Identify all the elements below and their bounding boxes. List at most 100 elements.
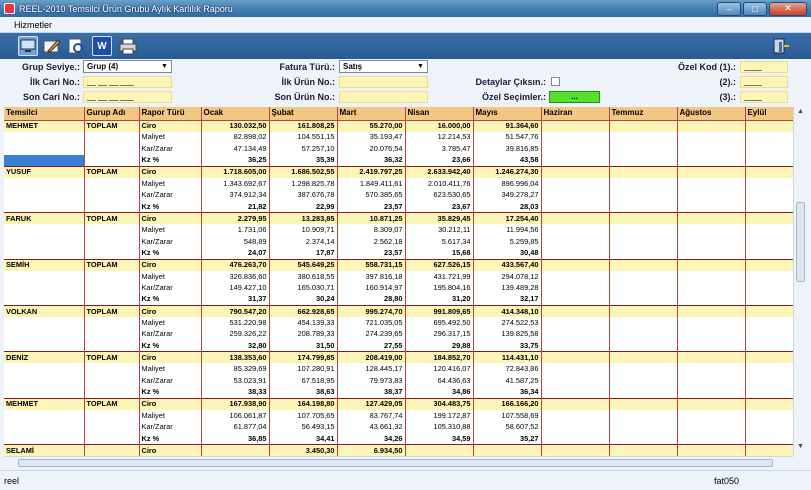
table-cell[interactable]: TOPLAM [84, 165, 140, 178]
table-cell[interactable]: TOPLAM [84, 351, 140, 364]
vertical-scrollbar[interactable]: ▲ ▼ [793, 107, 806, 456]
table-cell[interactable]: 23,67 [405, 201, 474, 213]
table-cell[interactable]: YUSUF [4, 165, 85, 178]
table-cell[interactable] [541, 143, 610, 155]
table-cell[interactable]: 570.385,65 [337, 189, 406, 202]
table-cell[interactable] [677, 282, 746, 294]
table-cell[interactable] [745, 397, 793, 410]
table-cell[interactable]: 43.661,32 [337, 421, 406, 434]
table-cell[interactable]: 662.928,65 [269, 305, 338, 318]
table-cell[interactable] [84, 247, 140, 260]
table-cell[interactable] [84, 340, 140, 352]
table-cell[interactable] [609, 224, 678, 236]
table-cell[interactable]: 32,17 [473, 293, 542, 306]
table-row[interactable]: Maliyet 1.731,06 10.909,71 8.309,07 30.212,1… [4, 224, 793, 236]
table-cell[interactable]: 476.263,70 [201, 258, 270, 271]
table-cell[interactable] [745, 293, 793, 306]
table-cell[interactable]: 374.912,34 [201, 189, 270, 202]
table-cell[interactable]: 8.309,07 [337, 224, 406, 236]
table-cell[interactable] [677, 305, 746, 318]
table-cell[interactable]: 623.530,65 [405, 189, 474, 202]
table-cell[interactable] [745, 258, 793, 271]
table-cell[interactable]: 274.239,65 [337, 328, 406, 341]
table-cell[interactable] [677, 375, 746, 387]
table-row[interactable]: Kz % 32,80 31,50 27,55 29,88 33,75 [4, 340, 793, 352]
table-cell[interactable]: TOPLAM [84, 119, 140, 132]
table-cell[interactable]: Maliyet [139, 409, 202, 422]
table-cell[interactable]: 32,80 [201, 340, 270, 352]
table-cell[interactable]: Kar/Zarar [139, 143, 202, 155]
table-cell[interactable]: 20.076,54 [337, 143, 406, 155]
table-cell[interactable] [541, 131, 610, 144]
table-cell[interactable]: TOPLAM [84, 397, 140, 410]
table-cell[interactable] [677, 386, 746, 399]
table-cell[interactable]: Ciro [139, 444, 202, 456]
table-cell[interactable] [4, 224, 85, 236]
table-cell[interactable]: 161.808,25 [269, 119, 338, 132]
table-cell[interactable]: FARUK [4, 212, 85, 225]
table-cell[interactable]: SEMİH [4, 258, 85, 271]
table-cell[interactable] [609, 247, 678, 260]
table-cell[interactable]: Kz % [139, 433, 202, 445]
table-cell[interactable] [677, 258, 746, 271]
table-cell[interactable] [541, 305, 610, 318]
table-cell[interactable] [4, 235, 85, 248]
table-row[interactable]: Kz % 36,25 35,39 36,32 23,66 43,58 [4, 154, 793, 167]
table-cell[interactable] [405, 444, 474, 456]
table-cell[interactable] [677, 363, 746, 376]
table-row[interactable]: MEHMET TOPLAM Ciro 130.032,50 161.808,25 55.2… [4, 119, 793, 132]
table-cell[interactable]: 5.259,85 [473, 235, 542, 248]
table-cell[interactable] [84, 235, 140, 248]
table-cell[interactable] [745, 212, 793, 225]
table-cell[interactable] [609, 270, 678, 283]
table-cell[interactable] [84, 375, 140, 387]
table-cell[interactable]: Maliyet [139, 270, 202, 283]
table-cell[interactable]: 27,55 [337, 340, 406, 352]
table-cell[interactable]: 627.526,15 [405, 258, 474, 271]
table-cell[interactable]: Kz % [139, 201, 202, 213]
table-cell[interactable] [677, 224, 746, 236]
table-cell[interactable] [84, 444, 140, 456]
table-cell[interactable]: 3.450,30 [269, 444, 338, 456]
table-cell[interactable]: 17,87 [269, 247, 338, 260]
table-cell[interactable] [4, 375, 85, 387]
table-cell[interactable]: 31,50 [269, 340, 338, 352]
table-cell[interactable] [609, 235, 678, 248]
table-row[interactable]: FARUK TOPLAM Ciro 2.279,95 13.283,85 10.871,2… [4, 212, 793, 225]
table-cell[interactable]: 1.849.411,61 [337, 177, 406, 190]
table-cell[interactable] [541, 212, 610, 225]
table-cell[interactable] [4, 154, 85, 167]
fatura-turu-select[interactable]: Satış ▼ [339, 60, 428, 73]
table-cell[interactable] [677, 201, 746, 213]
table-cell[interactable] [541, 258, 610, 271]
table-cell[interactable]: Ciro [139, 351, 202, 364]
table-cell[interactable]: 174.799,85 [269, 351, 338, 364]
table-row[interactable]: Kar/Zarar 548,89 2.374,14 2.562,18 5.617,34 5… [4, 235, 793, 248]
table-cell[interactable]: 28,03 [473, 201, 542, 213]
table-cell[interactable] [541, 247, 610, 260]
table-row[interactable]: SEMİH TOPLAM Ciro 476.263,70 545.649,25 558.7… [4, 258, 793, 271]
table-cell[interactable] [84, 433, 140, 445]
table-cell[interactable]: 41.587,25 [473, 375, 542, 387]
table-cell[interactable] [541, 189, 610, 202]
table-cell[interactable] [541, 282, 610, 294]
table-cell[interactable]: Kz % [139, 340, 202, 352]
table-cell[interactable] [84, 363, 140, 376]
table-row[interactable]: Maliyet 82.898,02 104.551,15 35.193,47 12.21… [4, 131, 793, 144]
table-row[interactable]: Maliyet 531.220,98 454.139,33 721.035,05 695… [4, 317, 793, 329]
table-cell[interactable] [84, 282, 140, 294]
table-cell[interactable] [677, 212, 746, 225]
table-cell[interactable] [4, 386, 85, 399]
table-cell[interactable]: 55.270,00 [337, 119, 406, 132]
table-cell[interactable] [745, 317, 793, 329]
table-cell[interactable] [745, 433, 793, 445]
column-header[interactable]: Rapor Türü [139, 107, 202, 121]
table-cell[interactable]: 195.804,16 [405, 282, 474, 294]
table-cell[interactable] [745, 386, 793, 399]
detaylar-checkbox[interactable] [551, 77, 560, 86]
table-row[interactable]: Maliyet 106.061,87 107.705,65 83.767,74 199.… [4, 409, 793, 422]
table-cell[interactable]: 431.721,99 [405, 270, 474, 283]
table-cell[interactable]: 67.518,95 [269, 375, 338, 387]
table-cell[interactable]: 531.220,98 [201, 317, 270, 329]
table-cell[interactable]: 380.618,55 [269, 270, 338, 283]
